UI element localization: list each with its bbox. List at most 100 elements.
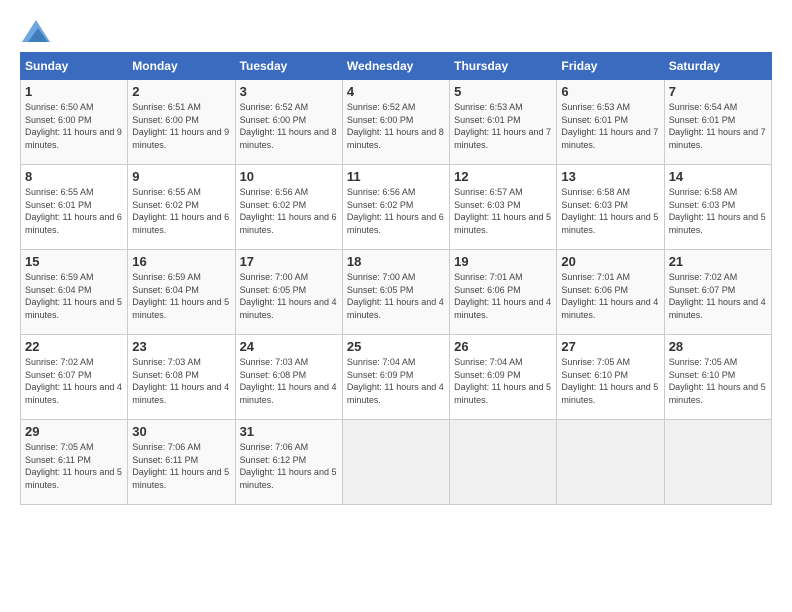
calendar-cell (450, 420, 557, 505)
calendar-cell: 5 Sunrise: 6:53 AM Sunset: 6:01 PM Dayli… (450, 80, 557, 165)
calendar-cell: 14 Sunrise: 6:58 AM Sunset: 6:03 PM Dayl… (664, 165, 771, 250)
col-header-sunday: Sunday (21, 53, 128, 80)
calendar-cell: 23 Sunrise: 7:03 AM Sunset: 6:08 PM Dayl… (128, 335, 235, 420)
day-number: 16 (132, 254, 230, 269)
calendar-cell: 30 Sunrise: 7:06 AM Sunset: 6:11 PM Dayl… (128, 420, 235, 505)
calendar-cell: 9 Sunrise: 6:55 AM Sunset: 6:02 PM Dayli… (128, 165, 235, 250)
calendar-cell: 31 Sunrise: 7:06 AM Sunset: 6:12 PM Dayl… (235, 420, 342, 505)
calendar-cell: 4 Sunrise: 6:52 AM Sunset: 6:00 PM Dayli… (342, 80, 449, 165)
day-number: 12 (454, 169, 552, 184)
calendar-cell (664, 420, 771, 505)
calendar-cell: 7 Sunrise: 6:54 AM Sunset: 6:01 PM Dayli… (664, 80, 771, 165)
calendar-week-1: 1 Sunrise: 6:50 AM Sunset: 6:00 PM Dayli… (21, 80, 772, 165)
calendar-week-4: 22 Sunrise: 7:02 AM Sunset: 6:07 PM Dayl… (21, 335, 772, 420)
day-number: 11 (347, 169, 445, 184)
day-number: 1 (25, 84, 123, 99)
day-info: Sunrise: 6:56 AM Sunset: 6:02 PM Dayligh… (240, 186, 338, 236)
logo-icon (22, 20, 50, 42)
day-number: 17 (240, 254, 338, 269)
col-header-friday: Friday (557, 53, 664, 80)
day-number: 22 (25, 339, 123, 354)
col-header-monday: Monday (128, 53, 235, 80)
day-number: 28 (669, 339, 767, 354)
day-info: Sunrise: 6:55 AM Sunset: 6:01 PM Dayligh… (25, 186, 123, 236)
day-info: Sunrise: 7:05 AM Sunset: 6:10 PM Dayligh… (669, 356, 767, 406)
day-info: Sunrise: 6:50 AM Sunset: 6:00 PM Dayligh… (25, 101, 123, 151)
col-header-thursday: Thursday (450, 53, 557, 80)
calendar-cell: 16 Sunrise: 6:59 AM Sunset: 6:04 PM Dayl… (128, 250, 235, 335)
calendar-week-3: 15 Sunrise: 6:59 AM Sunset: 6:04 PM Dayl… (21, 250, 772, 335)
calendar-cell: 1 Sunrise: 6:50 AM Sunset: 6:00 PM Dayli… (21, 80, 128, 165)
day-number: 18 (347, 254, 445, 269)
calendar-cell: 19 Sunrise: 7:01 AM Sunset: 6:06 PM Dayl… (450, 250, 557, 335)
calendar-cell: 24 Sunrise: 7:03 AM Sunset: 6:08 PM Dayl… (235, 335, 342, 420)
calendar-cell: 29 Sunrise: 7:05 AM Sunset: 6:11 PM Dayl… (21, 420, 128, 505)
col-header-tuesday: Tuesday (235, 53, 342, 80)
calendar-cell: 20 Sunrise: 7:01 AM Sunset: 6:06 PM Dayl… (557, 250, 664, 335)
day-number: 21 (669, 254, 767, 269)
calendar-cell: 18 Sunrise: 7:00 AM Sunset: 6:05 PM Dayl… (342, 250, 449, 335)
day-info: Sunrise: 6:52 AM Sunset: 6:00 PM Dayligh… (240, 101, 338, 151)
day-info: Sunrise: 7:05 AM Sunset: 6:11 PM Dayligh… (25, 441, 123, 491)
day-info: Sunrise: 6:53 AM Sunset: 6:01 PM Dayligh… (454, 101, 552, 151)
day-info: Sunrise: 7:02 AM Sunset: 6:07 PM Dayligh… (669, 271, 767, 321)
calendar-week-2: 8 Sunrise: 6:55 AM Sunset: 6:01 PM Dayli… (21, 165, 772, 250)
col-header-saturday: Saturday (664, 53, 771, 80)
calendar-table: SundayMondayTuesdayWednesdayThursdayFrid… (20, 52, 772, 505)
day-number: 3 (240, 84, 338, 99)
calendar-cell: 11 Sunrise: 6:56 AM Sunset: 6:02 PM Dayl… (342, 165, 449, 250)
day-number: 13 (561, 169, 659, 184)
day-info: Sunrise: 6:55 AM Sunset: 6:02 PM Dayligh… (132, 186, 230, 236)
calendar-cell: 27 Sunrise: 7:05 AM Sunset: 6:10 PM Dayl… (557, 335, 664, 420)
day-number: 2 (132, 84, 230, 99)
day-number: 15 (25, 254, 123, 269)
calendar-week-5: 29 Sunrise: 7:05 AM Sunset: 6:11 PM Dayl… (21, 420, 772, 505)
calendar-cell: 17 Sunrise: 7:00 AM Sunset: 6:05 PM Dayl… (235, 250, 342, 335)
calendar-cell: 25 Sunrise: 7:04 AM Sunset: 6:09 PM Dayl… (342, 335, 449, 420)
day-info: Sunrise: 7:05 AM Sunset: 6:10 PM Dayligh… (561, 356, 659, 406)
day-info: Sunrise: 6:56 AM Sunset: 6:02 PM Dayligh… (347, 186, 445, 236)
day-info: Sunrise: 6:54 AM Sunset: 6:01 PM Dayligh… (669, 101, 767, 151)
day-info: Sunrise: 7:01 AM Sunset: 6:06 PM Dayligh… (454, 271, 552, 321)
day-number: 9 (132, 169, 230, 184)
day-info: Sunrise: 6:57 AM Sunset: 6:03 PM Dayligh… (454, 186, 552, 236)
day-info: Sunrise: 6:53 AM Sunset: 6:01 PM Dayligh… (561, 101, 659, 151)
day-info: Sunrise: 6:51 AM Sunset: 6:00 PM Dayligh… (132, 101, 230, 151)
day-info: Sunrise: 7:00 AM Sunset: 6:05 PM Dayligh… (240, 271, 338, 321)
day-info: Sunrise: 6:59 AM Sunset: 6:04 PM Dayligh… (132, 271, 230, 321)
day-info: Sunrise: 6:58 AM Sunset: 6:03 PM Dayligh… (669, 186, 767, 236)
day-number: 20 (561, 254, 659, 269)
day-number: 24 (240, 339, 338, 354)
day-number: 10 (240, 169, 338, 184)
day-number: 7 (669, 84, 767, 99)
calendar-cell: 8 Sunrise: 6:55 AM Sunset: 6:01 PM Dayli… (21, 165, 128, 250)
calendar-cell: 6 Sunrise: 6:53 AM Sunset: 6:01 PM Dayli… (557, 80, 664, 165)
day-info: Sunrise: 7:06 AM Sunset: 6:11 PM Dayligh… (132, 441, 230, 491)
day-info: Sunrise: 7:03 AM Sunset: 6:08 PM Dayligh… (240, 356, 338, 406)
calendar-cell: 10 Sunrise: 6:56 AM Sunset: 6:02 PM Dayl… (235, 165, 342, 250)
calendar-cell: 26 Sunrise: 7:04 AM Sunset: 6:09 PM Dayl… (450, 335, 557, 420)
calendar-cell: 2 Sunrise: 6:51 AM Sunset: 6:00 PM Dayli… (128, 80, 235, 165)
calendar-header: SundayMondayTuesdayWednesdayThursdayFrid… (21, 53, 772, 80)
day-info: Sunrise: 7:06 AM Sunset: 6:12 PM Dayligh… (240, 441, 338, 491)
day-info: Sunrise: 7:01 AM Sunset: 6:06 PM Dayligh… (561, 271, 659, 321)
day-number: 19 (454, 254, 552, 269)
calendar-cell: 3 Sunrise: 6:52 AM Sunset: 6:00 PM Dayli… (235, 80, 342, 165)
day-number: 6 (561, 84, 659, 99)
day-info: Sunrise: 7:03 AM Sunset: 6:08 PM Dayligh… (132, 356, 230, 406)
day-info: Sunrise: 7:04 AM Sunset: 6:09 PM Dayligh… (454, 356, 552, 406)
day-number: 5 (454, 84, 552, 99)
day-info: Sunrise: 7:02 AM Sunset: 6:07 PM Dayligh… (25, 356, 123, 406)
day-number: 29 (25, 424, 123, 439)
day-number: 8 (25, 169, 123, 184)
day-number: 27 (561, 339, 659, 354)
day-number: 31 (240, 424, 338, 439)
logo (20, 20, 50, 42)
calendar-cell (557, 420, 664, 505)
day-info: Sunrise: 7:00 AM Sunset: 6:05 PM Dayligh… (347, 271, 445, 321)
page-header (20, 20, 772, 42)
day-info: Sunrise: 7:04 AM Sunset: 6:09 PM Dayligh… (347, 356, 445, 406)
day-info: Sunrise: 6:59 AM Sunset: 6:04 PM Dayligh… (25, 271, 123, 321)
day-info: Sunrise: 6:58 AM Sunset: 6:03 PM Dayligh… (561, 186, 659, 236)
day-number: 14 (669, 169, 767, 184)
